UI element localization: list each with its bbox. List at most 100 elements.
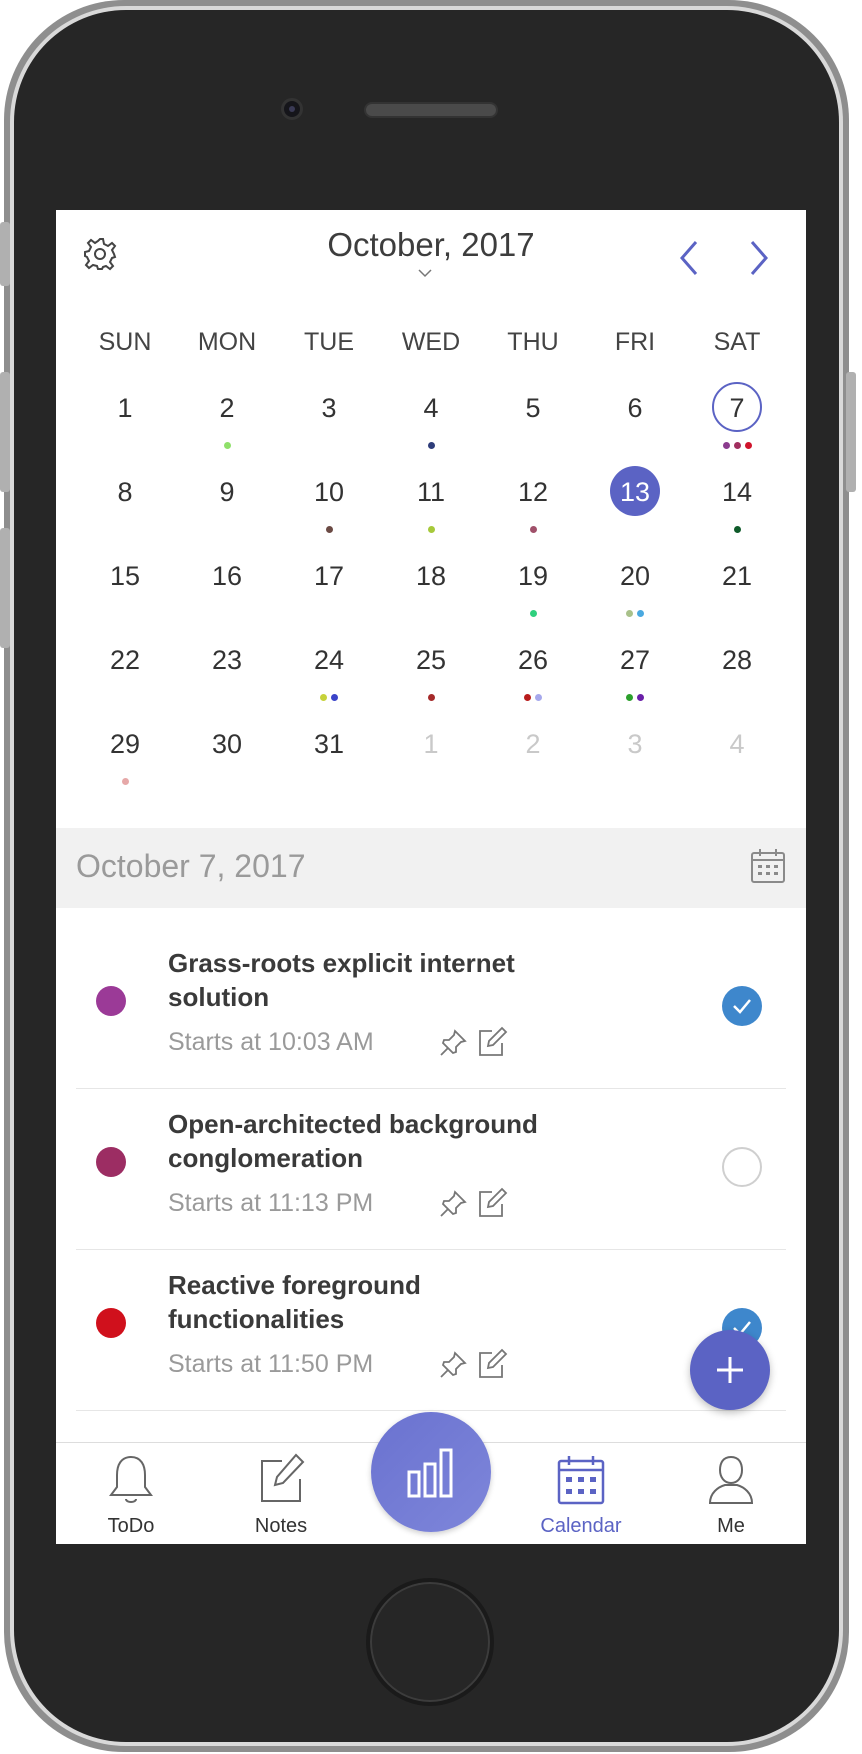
list-item[interactable]: Open-architected background conglomerati… — [76, 1089, 786, 1250]
calendar-day[interactable]: 8 — [74, 464, 176, 548]
calendar-day[interactable]: 5 — [482, 380, 584, 464]
tab-me[interactable]: Me — [656, 1443, 806, 1544]
stats-button[interactable] — [371, 1412, 491, 1532]
edit-icon[interactable] — [476, 1026, 508, 1058]
calendar-day[interactable]: 2 — [482, 716, 584, 800]
tab-todo[interactable]: ToDo — [56, 1443, 206, 1544]
event-dots — [686, 442, 788, 449]
calendar-day[interactable]: 26 — [482, 632, 584, 716]
day-number: 26 — [517, 645, 549, 675]
day-number: 15 — [109, 561, 141, 591]
event-dots — [584, 694, 686, 701]
day-number: 4 — [729, 729, 745, 759]
day-number: 12 — [517, 477, 549, 507]
calendar-day[interactable]: 24 — [278, 632, 380, 716]
day-number: 23 — [211, 645, 243, 675]
event-dot — [427, 694, 435, 701]
day-number: 7 — [729, 393, 745, 423]
calendar-day[interactable]: 1 — [380, 716, 482, 800]
list-item[interactable]: Reactive foreground functionalities Star… — [76, 1250, 786, 1411]
calendar-day[interactable]: 17 — [278, 548, 380, 632]
calendar-day[interactable]: 11 — [380, 464, 482, 548]
checkmark-icon — [733, 999, 751, 1014]
weekday-label: TUE — [304, 328, 354, 356]
calendar-day[interactable]: 16 — [176, 548, 278, 632]
calendar-day[interactable]: 1 — [74, 380, 176, 464]
app-screen: October, 2017 SUN MON TUE WED THU FRI SA… — [56, 210, 806, 1544]
complete-checkbox[interactable] — [722, 986, 762, 1026]
calendar-day[interactable]: 10 — [278, 464, 380, 548]
calendar-day[interactable]: 15 — [74, 548, 176, 632]
calendar-day[interactable]: 25 — [380, 632, 482, 716]
day-number: 16 — [211, 561, 243, 591]
edit-icon[interactable] — [476, 1348, 508, 1380]
calendar-day[interactable]: 12 — [482, 464, 584, 548]
calendar-day[interactable]: 4 — [686, 716, 788, 800]
day-number: 8 — [117, 477, 133, 507]
calendar-day[interactable]: 31 — [278, 716, 380, 800]
calendar-day[interactable]: 28 — [686, 632, 788, 716]
calendar-day[interactable]: 9 — [176, 464, 278, 548]
event-dot — [121, 778, 129, 785]
calendar-day[interactable]: 22 — [74, 632, 176, 716]
event-dots — [278, 526, 380, 533]
day-number: 4 — [423, 393, 439, 423]
calendar-day[interactable]: 27 — [584, 632, 686, 716]
event-dot — [733, 526, 741, 533]
event-time: Starts at 11:13 PM — [168, 1189, 374, 1217]
calendar-day[interactable]: 3 — [584, 716, 686, 800]
pin-icon[interactable] — [438, 1028, 468, 1058]
event-dot — [535, 694, 542, 701]
event-title: Grass-roots explicit internet solution — [168, 948, 515, 1012]
calendar-day[interactable]: 30 — [176, 716, 278, 800]
calendar-day[interactable]: 20 — [584, 548, 686, 632]
event-title: Open-architected background conglomerati… — [168, 1109, 538, 1173]
event-list: Grass-roots explicit internet solution S… — [76, 928, 786, 1411]
event-color-dot — [96, 1147, 126, 1177]
day-number: 31 — [313, 729, 345, 759]
calendar-day[interactable]: 21 — [686, 548, 788, 632]
chevron-down-icon[interactable] — [418, 268, 432, 278]
calendar-day[interactable]: 18 — [380, 548, 482, 632]
edit-icon[interactable] — [476, 1187, 508, 1219]
event-dot — [626, 610, 633, 617]
day-number: 3 — [321, 393, 337, 423]
calendar-day[interactable]: 3 — [278, 380, 380, 464]
event-dot — [320, 694, 327, 701]
tab-calendar[interactable]: Calendar — [506, 1443, 656, 1544]
calendar-day[interactable]: 4 — [380, 380, 482, 464]
volume-down-button — [0, 528, 10, 648]
tab-label: Calendar — [540, 1515, 622, 1537]
calendar-icon[interactable] — [750, 848, 786, 884]
tab-label: ToDo — [107, 1515, 155, 1537]
event-color-dot — [96, 986, 126, 1016]
event-dots — [380, 442, 482, 449]
calendar-day[interactable]: 23 — [176, 632, 278, 716]
calendar-day[interactable]: 19 — [482, 548, 584, 632]
day-number: 17 — [313, 561, 345, 591]
selected-date-label: October 7, 2017 — [76, 848, 306, 884]
calendar-day[interactable]: 2 — [176, 380, 278, 464]
calendar-day-today[interactable]: 13 — [584, 464, 686, 548]
calendar-day[interactable]: 6 — [584, 380, 686, 464]
event-dot — [626, 694, 633, 701]
calendar-day-selected[interactable]: 7 — [686, 380, 788, 464]
home-button[interactable] — [366, 1578, 494, 1706]
tab-label: Notes — [254, 1515, 308, 1537]
bell-icon — [109, 1455, 153, 1503]
list-item[interactable]: Grass-roots explicit internet solution S… — [76, 928, 786, 1089]
pin-icon[interactable] — [438, 1350, 468, 1380]
pin-icon[interactable] — [438, 1189, 468, 1219]
earpiece-speaker — [364, 102, 498, 118]
chevron-right-icon[interactable] — [744, 238, 774, 278]
event-dots — [278, 694, 380, 701]
calendar-day[interactable]: 14 — [686, 464, 788, 548]
add-event-button[interactable] — [690, 1330, 770, 1410]
complete-checkbox[interactable] — [722, 1147, 762, 1187]
chevron-left-icon[interactable] — [674, 238, 704, 278]
day-number: 2 — [525, 729, 541, 759]
calendar-day[interactable]: 29 — [74, 716, 176, 800]
event-dots — [74, 778, 176, 785]
tab-notes[interactable]: Notes — [206, 1443, 356, 1544]
day-number: 21 — [721, 561, 753, 591]
